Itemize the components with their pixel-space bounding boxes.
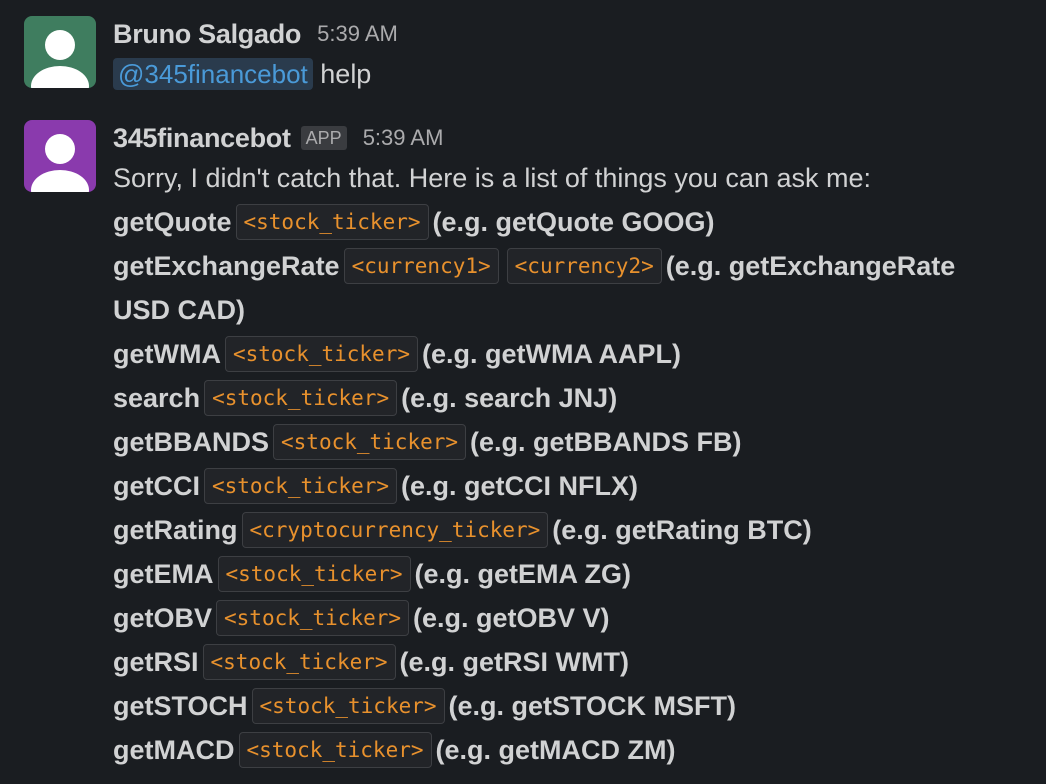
message-header: 345financebot APP 5:39 AM (113, 120, 1036, 156)
argument-code: <stock_ticker> (202, 644, 396, 680)
command-name: getRating (113, 515, 238, 545)
command-example: (e.g. search JNJ) (401, 383, 618, 413)
message-header: Bruno Salgado 5:39 AM (113, 16, 1036, 52)
argument-code: <stock_ticker> (235, 204, 429, 240)
avatar[interactable] (24, 16, 96, 88)
command-line: getQuote <stock_ticker> (e.g. getQuote GOO… (113, 200, 1036, 244)
command-line: getSTOCH <stock_ticker> (e.g. getSTOCK MSF… (113, 684, 1036, 728)
command-line: getExchangeRate <currency1> <currency2> (e.… (113, 244, 1036, 288)
sender-name[interactable]: Bruno Salgado (113, 19, 301, 50)
message-content: Bruno Salgado 5:39 AM @345financebot hel… (113, 16, 1036, 96)
argument-code: <stock_ticker> (204, 380, 398, 416)
app-badge: APP (300, 126, 347, 150)
command-example: (e.g. getCCI NFLX) (401, 471, 639, 501)
argument-code: <currency1> (343, 248, 499, 284)
command-example: (e.g. getMACD ZM) (435, 735, 676, 765)
command-line: getRating <cryptocurrency_ticker> (e.g. ge… (113, 508, 1036, 552)
timestamp[interactable]: 5:39 AM (363, 125, 444, 151)
argument-code: <currency2> (506, 248, 662, 284)
command-name: getOBV (113, 603, 213, 633)
command-name: getMACD (113, 735, 235, 765)
command-example: (e.g. getExchangeRate (665, 251, 956, 281)
argument-code: <cryptocurrency_ticker> (241, 512, 549, 548)
mention-link[interactable]: @345financebot (113, 58, 313, 90)
argument-code: <stock_ticker> (251, 688, 445, 724)
command-name: getCCI (113, 471, 200, 501)
avatar[interactable] (24, 120, 96, 192)
command-name: getSTOCH (113, 691, 248, 721)
command-example: (e.g. getRSI WMT) (399, 647, 630, 677)
command-line: search <stock_ticker> (e.g. search JNJ) (113, 376, 1036, 420)
message-text: @345financebot help (113, 52, 1036, 96)
command-line: getOBV <stock_ticker> (e.g. getOBV V) (113, 596, 1036, 640)
command-line: getMACD <stock_ticker> (e.g. getMACD ZM) (113, 728, 1036, 772)
command-example: (e.g. getQuote GOOG) (432, 207, 715, 237)
command-example: (e.g. getEMA ZG) (414, 559, 632, 589)
command-line-wrap: USD CAD) (113, 288, 1036, 332)
command-name: getExchangeRate (113, 251, 340, 281)
command-line: getCCI <stock_ticker> (e.g. getCCI NFLX) (113, 464, 1036, 508)
command-name: search (113, 383, 201, 413)
command-name: getBBANDS (113, 427, 270, 457)
argument-code: <stock_ticker> (273, 424, 467, 460)
command-name: getRSI (113, 647, 199, 677)
command-example: (e.g. getBBANDS FB) (470, 427, 742, 457)
user-avatar-icon (24, 16, 96, 88)
intro-text: Sorry, I didn't catch that. Here is a li… (113, 163, 871, 193)
command-example-wrap: USD CAD) (113, 295, 245, 325)
argument-code: <stock_ticker> (204, 468, 398, 504)
command-line: getEMA <stock_ticker> (e.g. getEMA ZG) (113, 552, 1036, 596)
sender-name[interactable]: 345financebot (113, 123, 291, 154)
timestamp[interactable]: 5:39 AM (317, 21, 398, 47)
command-line: getRSI <stock_ticker> (e.g. getRSI WMT) (113, 640, 1036, 684)
command-line: getBBANDS <stock_ticker> (e.g. getBBANDS F… (113, 420, 1036, 464)
argument-code: <stock_ticker> (224, 336, 418, 372)
argument-code: <stock_ticker> (238, 732, 432, 768)
command-example: (e.g. getOBV V) (413, 603, 610, 633)
message-content: 345financebot APP 5:39 AM Sorry, I didn'… (113, 120, 1036, 772)
argument-code: <stock_ticker> (216, 600, 410, 636)
command-example: (e.g. getWMA AAPL) (422, 339, 681, 369)
command-line: getWMA <stock_ticker> (e.g. getWMA AAPL) (113, 332, 1036, 376)
argument-code: <stock_ticker> (217, 556, 411, 592)
command-name: getEMA (113, 559, 214, 589)
command-example: (e.g. getRating BTC) (552, 515, 812, 545)
command-name: getWMA (113, 339, 221, 369)
message-body: help (320, 59, 372, 89)
command-name: getQuote (113, 207, 232, 237)
command-example: (e.g. getSTOCK MSFT) (448, 691, 737, 721)
user-avatar-icon (24, 120, 96, 192)
